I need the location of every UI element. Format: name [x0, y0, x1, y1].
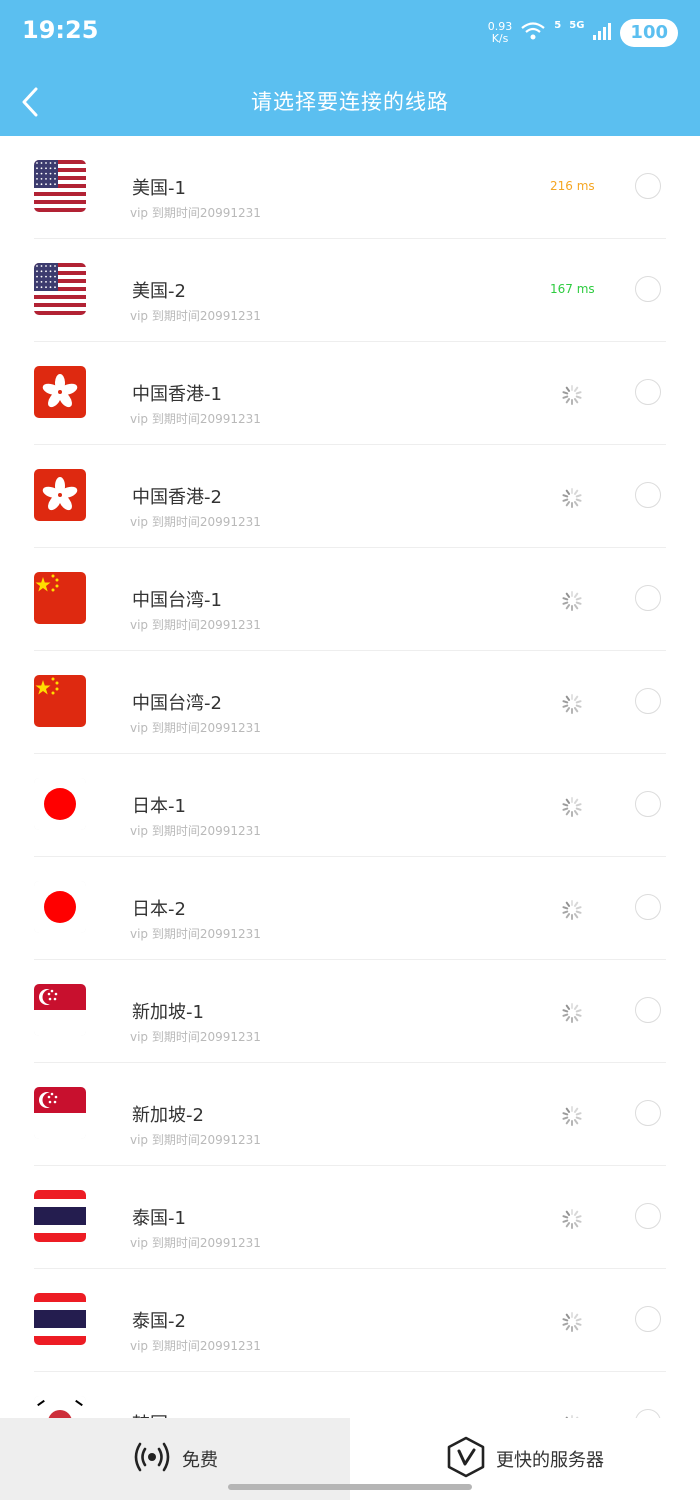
select-radio[interactable]	[635, 276, 661, 302]
loading-spinner-icon	[561, 1002, 583, 1024]
server-expiry: vip 到期时间20991231	[130, 824, 261, 838]
server-name: 中国香港-2	[132, 487, 222, 508]
loading-spinner-icon	[561, 1208, 583, 1230]
server-row-3[interactable]: 中国香港-1 vip 到期时间20991231	[34, 342, 666, 445]
flag-th-icon	[34, 1293, 86, 1345]
server-expiry: vip 到期时间20991231	[130, 1133, 261, 1147]
server-name: 美国-2	[132, 281, 186, 302]
server-expiry: vip 到期时间20991231	[130, 412, 261, 426]
flag-sg-icon	[34, 1087, 86, 1139]
loading-spinner-icon	[561, 487, 583, 509]
server-row-8[interactable]: 日本-2 vip 到期时间20991231	[34, 857, 666, 960]
select-radio[interactable]	[635, 688, 661, 714]
flag-jp-icon	[34, 778, 86, 830]
select-radio[interactable]	[635, 791, 661, 817]
flag-th-icon	[34, 1190, 86, 1242]
loading-spinner-icon	[561, 1311, 583, 1333]
server-name: 日本-1	[132, 796, 186, 817]
battery-indicator: 100	[620, 19, 678, 47]
select-radio[interactable]	[635, 894, 661, 920]
server-row-5[interactable]: 中国台湾-1 vip 到期时间20991231	[34, 548, 666, 651]
server-name: 韩国	[132, 1410, 168, 1418]
flag-us-icon	[34, 263, 86, 315]
select-radio[interactable]	[635, 379, 661, 405]
server-name: 中国台湾-2	[132, 693, 222, 714]
flag-hk-icon	[34, 366, 86, 418]
server-name: 中国台湾-1	[132, 590, 222, 611]
broadcast-icon	[132, 1437, 172, 1481]
flag-cn-icon	[34, 675, 86, 727]
flag-jp-icon	[34, 881, 86, 933]
select-radio[interactable]	[635, 1409, 661, 1418]
server-name: 日本-2	[132, 899, 186, 920]
server-expiry: vip 到期时间20991231	[130, 1030, 261, 1044]
v-shield-icon	[446, 1436, 486, 1482]
server-row-13[interactable]: 韩国	[34, 1372, 666, 1418]
server-expiry: vip 到期时间20991231	[130, 515, 261, 529]
home-indicator[interactable]	[228, 1484, 472, 1490]
wifi-band-label: 5	[554, 19, 562, 31]
loading-spinner-icon	[561, 693, 583, 715]
select-radio[interactable]	[635, 997, 661, 1023]
server-name: 美国-1	[132, 178, 186, 199]
server-name: 泰国-1	[132, 1208, 186, 1229]
server-row-1[interactable]: 美国-1 vip 到期时间20991231 216 ms	[34, 136, 666, 239]
flag-cn-icon	[34, 572, 86, 624]
cell-signal-icon	[592, 21, 612, 45]
server-expiry: vip 到期时间20991231	[130, 1339, 261, 1353]
flag-hk-icon	[34, 469, 86, 521]
server-row-2[interactable]: 美国-2 vip 到期时间20991231 167 ms	[34, 239, 666, 342]
server-list: 美国-1 vip 到期时间20991231 216 ms 美国-2 vip 到期…	[0, 136, 700, 1418]
server-expiry: vip 到期时间20991231	[130, 721, 261, 735]
loading-spinner-icon	[561, 384, 583, 406]
loading-spinner-icon	[561, 899, 583, 921]
server-name: 泰国-2	[132, 1311, 186, 1332]
server-expiry: vip 到期时间20991231	[130, 309, 261, 323]
server-row-7[interactable]: 日本-1 vip 到期时间20991231	[34, 754, 666, 857]
loading-spinner-icon	[561, 590, 583, 612]
server-row-11[interactable]: 泰国-1 vip 到期时间20991231	[34, 1166, 666, 1269]
server-name: 新加坡-1	[132, 1002, 204, 1023]
select-radio[interactable]	[635, 1203, 661, 1229]
loading-spinner-icon	[561, 796, 583, 818]
tab-faster-servers-label: 更快的服务器	[496, 1450, 604, 1471]
network-type-label: 5G	[569, 19, 585, 31]
server-row-6[interactable]: 中国台湾-2 vip 到期时间20991231	[34, 651, 666, 754]
page-title: 请选择要连接的线路	[251, 90, 449, 114]
server-name: 新加坡-2	[132, 1105, 204, 1126]
flag-kr-icon	[34, 1396, 86, 1418]
server-row-12[interactable]: 泰国-2 vip 到期时间20991231	[34, 1269, 666, 1372]
server-name: 中国香港-1	[132, 384, 222, 405]
server-expiry: vip 到期时间20991231	[130, 618, 261, 632]
ping-latency: 167 ms	[550, 282, 595, 296]
ping-latency: 216 ms	[550, 179, 595, 193]
select-radio[interactable]	[635, 1306, 661, 1332]
flag-us-icon	[34, 160, 86, 212]
wifi-icon	[520, 20, 546, 46]
server-expiry: vip 到期时间20991231	[130, 1236, 261, 1250]
loading-spinner-icon	[561, 1105, 583, 1127]
status-icons: 0.93 K/s 5 5G 100	[488, 16, 678, 50]
select-radio[interactable]	[635, 585, 661, 611]
network-speed: 0.93 K/s	[488, 21, 513, 45]
network-speed-unit: K/s	[491, 32, 509, 45]
app-header: 19:25 0.93 K/s 5 5G 100 请选择要连接的线路	[0, 0, 700, 136]
status-time: 19:25	[22, 16, 99, 44]
server-row-10[interactable]: 新加坡-2 vip 到期时间20991231	[34, 1063, 666, 1166]
server-expiry: vip 到期时间20991231	[130, 206, 261, 220]
server-expiry: vip 到期时间20991231	[130, 927, 261, 941]
server-row-4[interactable]: 中国香港-2 vip 到期时间20991231	[34, 445, 666, 548]
tab-free-label: 免费	[182, 1450, 218, 1471]
flag-sg-icon	[34, 984, 86, 1036]
server-row-9[interactable]: 新加坡-1 vip 到期时间20991231	[34, 960, 666, 1063]
select-radio[interactable]	[635, 173, 661, 199]
select-radio[interactable]	[635, 482, 661, 508]
select-radio[interactable]	[635, 1100, 661, 1126]
